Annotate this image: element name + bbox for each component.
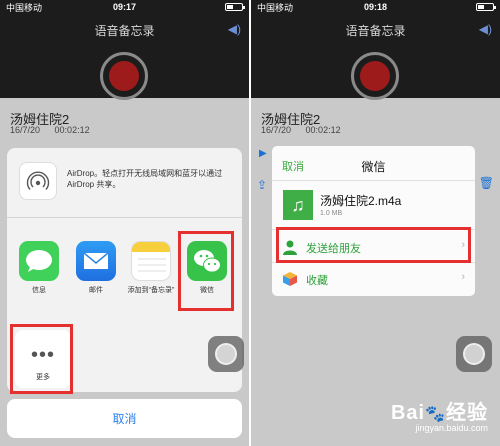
- speaker-icon[interactable]: ◀): [228, 22, 241, 36]
- file-size: 1.0 MB: [320, 210, 343, 217]
- share-app-label: 信息: [32, 287, 46, 294]
- share-app-mail[interactable]: 邮件: [72, 241, 120, 295]
- share-app-label: 邮件: [89, 287, 103, 294]
- clock: 09:18: [363, 2, 388, 12]
- messages-icon: [19, 241, 59, 281]
- recording-meta: 16/7/20 00:02:12: [261, 125, 341, 135]
- wechat-share-dialog: 取消 微信 ♫ 汤姆住院2.m4a 1.0 MB 发送给朋友 › 收藏 ›: [272, 146, 475, 296]
- mail-icon: [76, 241, 116, 281]
- cancel-button[interactable]: 取消: [7, 399, 242, 438]
- airdrop-row[interactable]: AirDrop。轻点打开无线局域网和蓝牙以通过AirDrop 共享。: [7, 148, 242, 218]
- battery-icon: [476, 3, 496, 11]
- share-app-notes[interactable]: 添加到“备忘录”: [127, 241, 175, 295]
- page-title: 语音备忘录: [94, 24, 155, 38]
- trash-icon[interactable]: 🗑: [479, 176, 494, 190]
- right-phone-screen: 中国移动 09:18 语音备忘录 ◀) 汤姆住院2 16/7/20 00:02:…: [251, 0, 500, 446]
- notes-icon: [131, 241, 171, 281]
- record-dot-icon: [360, 61, 390, 91]
- baidu-paw-icon: 🐾: [425, 406, 446, 423]
- left-phone-screen: 中国移动 09:17 语音备忘录 ◀) 汤姆住院2 16/7/20 00:02:…: [0, 0, 249, 446]
- status-bar: 中国移动 09:17: [0, 0, 249, 14]
- share-sheet: AirDrop。轻点打开无线局域网和蓝牙以通过AirDrop 共享。 信息 邮件…: [7, 148, 242, 394]
- assistive-touch-icon[interactable]: [456, 336, 492, 372]
- status-bar: 中国移动 09:18: [251, 0, 500, 14]
- favorites-label: 收藏: [306, 275, 328, 287]
- favorites-row[interactable]: 收藏 ›: [272, 264, 475, 294]
- page-title: 语音备忘录: [345, 24, 406, 38]
- clock: 09:17: [112, 2, 137, 12]
- recording-date: 16/7/20: [261, 125, 292, 135]
- file-name: 汤姆住院2.m4a: [320, 194, 402, 208]
- send-to-friend-highlight-box: [276, 227, 471, 263]
- divider: [272, 180, 475, 181]
- recording-duration: 00:02:12: [54, 125, 90, 135]
- assistive-touch-icon[interactable]: [208, 336, 244, 372]
- share-app-label: 添加到“备忘录”: [127, 287, 175, 294]
- watermark-brand-left: Bai: [390, 402, 426, 424]
- record-dot-icon: [109, 61, 139, 91]
- watermark-brand-right: 经验: [446, 402, 488, 424]
- share-app-messages[interactable]: 信息: [15, 241, 63, 295]
- airdrop-description: AirDrop。轻点打开无线局域网和蓝牙以通过AirDrop 共享。: [67, 169, 223, 189]
- record-button[interactable]: [351, 52, 399, 100]
- airdrop-icon: [19, 162, 57, 200]
- app-share-row: 信息 邮件 添加到“备忘录” 微信: [7, 226, 242, 326]
- watermark-brand: Bai🐾经验: [391, 396, 488, 425]
- recording-date: 16/7/20: [10, 125, 41, 135]
- wechat-highlight-box: [178, 231, 234, 311]
- favorites-cube-icon: [282, 271, 298, 287]
- speaker-icon[interactable]: ◀): [479, 22, 492, 36]
- recording-duration: 00:02:12: [305, 125, 341, 135]
- record-button[interactable]: [100, 52, 148, 100]
- music-file-icon: ♫: [283, 190, 313, 220]
- recorder-header: 语音备忘录 ◀): [251, 14, 500, 100]
- dialog-title: 微信: [361, 160, 386, 174]
- recording-meta: 16/7/20 00:02:12: [10, 125, 90, 135]
- baidu-jingyan-watermark: Bai🐾经验 jingyan.baidu.com: [391, 396, 488, 433]
- recorder-header: 语音备忘录 ◀): [0, 14, 249, 100]
- play-icon[interactable]: ▶: [259, 148, 267, 159]
- chevron-right-icon: ›: [461, 271, 465, 283]
- more-highlight-box: [10, 324, 73, 394]
- share-icon[interactable]: ⇪: [257, 178, 267, 192]
- battery-icon: [225, 3, 245, 11]
